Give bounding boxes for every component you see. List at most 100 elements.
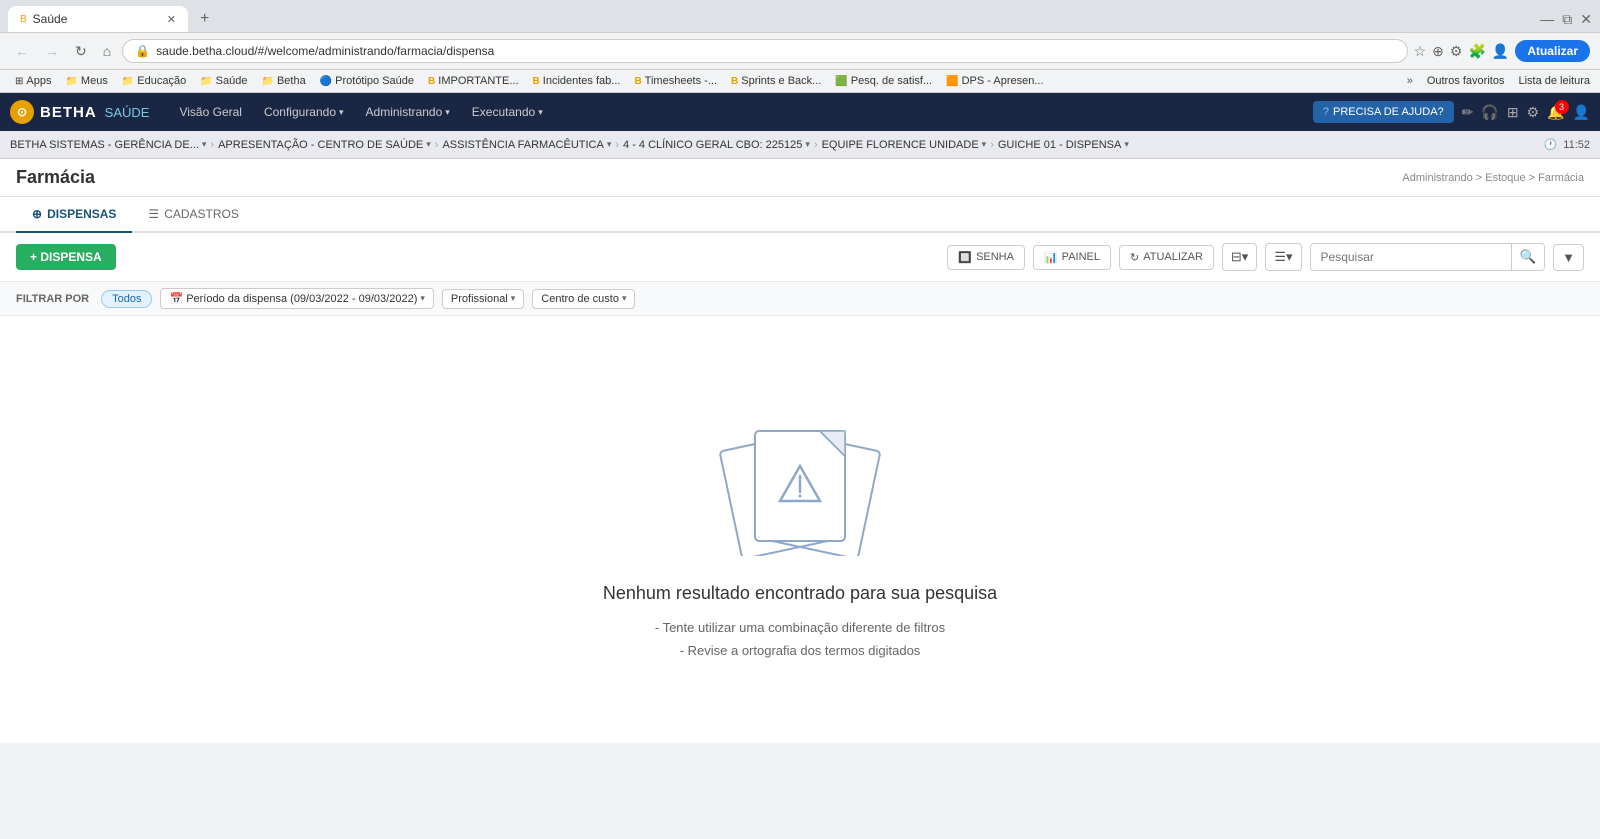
bookmark-sprints[interactable]: B Sprints e Back... <box>726 73 826 89</box>
content-area: ⊕ DISPENSAS ☰ CADASTROS + DISPENSA 🔲 SEN… <box>0 197 1600 743</box>
filter-period-dropdown[interactable]: 📅 Período da dispensa (09/03/2022 - 09/0… <box>160 288 433 309</box>
notification-count: 3 <box>1555 100 1569 114</box>
filter-profissional-dropdown[interactable]: Profissional ▾ <box>442 289 524 309</box>
update-button[interactable]: Atualizar <box>1515 40 1590 62</box>
add-dispensa-button[interactable]: + DISPENSA <box>16 244 116 270</box>
reload-btn[interactable]: ↻ <box>70 41 92 62</box>
list-view-btn[interactable]: ☰▾ <box>1265 243 1301 271</box>
filter-profissional-label: Profissional <box>451 293 508 305</box>
bookmark-importante-label: IMPORTANTE... <box>438 75 518 87</box>
ext-icon-3[interactable]: 🧩 <box>1468 43 1485 60</box>
context-gerencia-arrow: ▾ <box>202 139 207 150</box>
user-avatar[interactable]: 👤 <box>1573 104 1590 121</box>
grid-icon[interactable]: ⊞ <box>1507 104 1519 121</box>
settings-icon[interactable]: ⚙ <box>1527 104 1540 121</box>
outros-favoritos-link[interactable]: Outros favoritos <box>1427 75 1505 87</box>
bookmark-star-icon[interactable]: ☆ <box>1414 43 1427 60</box>
close-icon[interactable]: ✕ <box>1580 11 1592 28</box>
forward-btn[interactable]: → <box>40 41 64 61</box>
context-assistencia[interactable]: ASSISTÊNCIA FARMACÊUTICA ▾ <box>442 139 611 151</box>
active-tab[interactable]: B Saúde ✕ <box>8 6 188 32</box>
filter-centro-custo-dropdown[interactable]: Centro de custo ▾ <box>532 289 635 309</box>
bookmark-importante[interactable]: B IMPORTANTE... <box>423 73 524 89</box>
bookmark-educacao-label: Educação <box>137 75 186 87</box>
filter-by-label: FILTRAR POR <box>16 293 89 305</box>
context-centro-saude[interactable]: APRESENTAÇÃO - CENTRO DE SAÚDE ▾ <box>218 139 431 151</box>
context-clinico-label: 4 - 4 CLÍNICO GERAL CBO: 225125 <box>623 139 802 151</box>
url-input[interactable] <box>156 44 1394 58</box>
headphone-icon[interactable]: 🎧 <box>1481 104 1498 121</box>
bookmark-meus[interactable]: 📁 Meus <box>60 73 112 89</box>
page-header: Farmácia Administrando > Estoque > Farmá… <box>0 159 1600 197</box>
tabs-bar: ⊕ DISPENSAS ☰ CADASTROS <box>0 197 1600 233</box>
bookmark-prototipo[interactable]: 🔵 Protótipo Saúde <box>315 73 419 89</box>
context-gerencia[interactable]: BETHA SISTEMAS - GERÊNCIA DE... ▾ <box>10 139 206 151</box>
restore-icon[interactable]: ⧉ <box>1562 11 1572 28</box>
search-btn[interactable]: 🔍 <box>1511 244 1545 270</box>
painel-button[interactable]: 📊 PAINEL <box>1033 245 1111 270</box>
list-icon: ☰▾ <box>1274 249 1292 264</box>
bookmark-timesheets[interactable]: B Timesheets -... <box>629 73 722 89</box>
notification-badge[interactable]: 🔔 3 <box>1547 104 1564 121</box>
folder-betha-icon: 📁 <box>261 76 273 87</box>
minimize-icon[interactable]: — <box>1540 11 1554 28</box>
atualizar-icon: ↻ <box>1130 251 1139 264</box>
view-toggle-btn[interactable]: ⊟▾ <box>1222 243 1257 271</box>
context-equipe[interactable]: EQUIPE FLORENCE UNIDADE ▾ <box>822 139 987 151</box>
bookmarks-bar: ⊞ Apps 📁 Meus 📁 Educação 📁 Saúde 📁 Betha… <box>0 70 1600 93</box>
back-btn[interactable]: ← <box>10 41 34 61</box>
home-btn[interactable]: ⌂ <box>98 41 116 61</box>
empty-state-title: Nenhum resultado encontrado para sua pes… <box>603 583 997 604</box>
close-tab-btn[interactable]: ✕ <box>167 13 176 26</box>
empty-documents-svg <box>710 396 890 556</box>
profile-icon[interactable]: 👤 <box>1492 43 1509 60</box>
filter-options-btn[interactable]: ▼ <box>1553 244 1584 271</box>
context-guiche[interactable]: GUICHE 01 - DISPENSA ▾ <box>998 139 1129 151</box>
empty-state: Nenhum resultado encontrado para sua pes… <box>0 316 1600 743</box>
filter-todos-tag[interactable]: Todos <box>101 290 152 308</box>
help-button[interactable]: ? PRECISA DE AJUDA? <box>1313 101 1454 123</box>
bookmark-pesq[interactable]: 🟩 Pesq. de satisf... <box>830 73 937 89</box>
bookmark-saude[interactable]: 📁 Saúde <box>195 73 252 89</box>
browser-actions: ☆ ⊕ ⚙ 🧩 👤 Atualizar <box>1414 40 1590 62</box>
bookmark-apps[interactable]: ⊞ Apps <box>10 73 56 89</box>
nav-executando[interactable]: Executando ▾ <box>462 97 553 127</box>
tab-cadastros[interactable]: ☰ CADASTROS <box>132 197 254 233</box>
context-sep-3: › <box>615 139 619 151</box>
new-tab-btn[interactable]: + <box>192 6 217 32</box>
search-input[interactable] <box>1311 245 1511 269</box>
nav-configurando[interactable]: Configurando ▾ <box>254 97 354 127</box>
context-gerencia-label: BETHA SISTEMAS - GERÊNCIA DE... <box>10 139 199 151</box>
nav-administrando[interactable]: Administrando ▾ <box>356 97 460 127</box>
context-clinico[interactable]: 4 - 4 CLÍNICO GERAL CBO: 225125 ▾ <box>623 139 810 151</box>
folder-meus-icon: 📁 <box>65 76 77 87</box>
tab-dispensas[interactable]: ⊕ DISPENSAS <box>16 197 132 233</box>
logo-icon: ⊙ <box>10 100 34 124</box>
bookmark-betha[interactable]: 📁 Betha <box>256 73 310 89</box>
folder-saude-icon: 📁 <box>200 76 212 87</box>
atualizar-button[interactable]: ↻ ATUALIZAR <box>1119 245 1214 270</box>
bookmark-sprints-label: Sprints e Back... <box>741 75 821 87</box>
ext-icon-1[interactable]: ⊕ <box>1432 43 1444 60</box>
bookmark-saude-label: Saúde <box>216 75 248 87</box>
main-nav: Visão Geral Configurando ▾ Administrando… <box>169 97 552 127</box>
lista-leitura-link[interactable]: Lista de leitura <box>1518 75 1590 87</box>
context-guiche-label: GUICHE 01 - DISPENSA <box>998 139 1121 151</box>
lock-icon: 🔒 <box>135 44 150 58</box>
bookmark-incidentes[interactable]: B Incidentes fab... <box>528 73 626 89</box>
bookmark-dps[interactable]: 🟧 DPS - Apresen... <box>941 73 1048 89</box>
senha-button[interactable]: 🔲 SENHA <box>947 245 1025 270</box>
edit-icon[interactable]: ✏ <box>1462 104 1474 121</box>
nav-visao-geral[interactable]: Visão Geral <box>169 97 251 127</box>
ext-icon-2[interactable]: ⚙ <box>1450 43 1463 60</box>
search-box: 🔍 <box>1310 243 1546 271</box>
context-centro-arrow: ▾ <box>426 139 431 150</box>
importante-icon: B <box>428 76 435 87</box>
bookmark-educacao[interactable]: 📁 Educação <box>117 73 191 89</box>
bookmark-dps-label: DPS - Apresen... <box>962 75 1044 87</box>
configurando-arrow: ▾ <box>339 107 344 118</box>
bookmark-prototipo-label: Protótipo Saúde <box>335 75 414 87</box>
empty-state-icon <box>710 396 890 559</box>
tab-title: Saúde <box>33 12 161 26</box>
more-bookmarks-btn[interactable]: » <box>1407 75 1413 87</box>
